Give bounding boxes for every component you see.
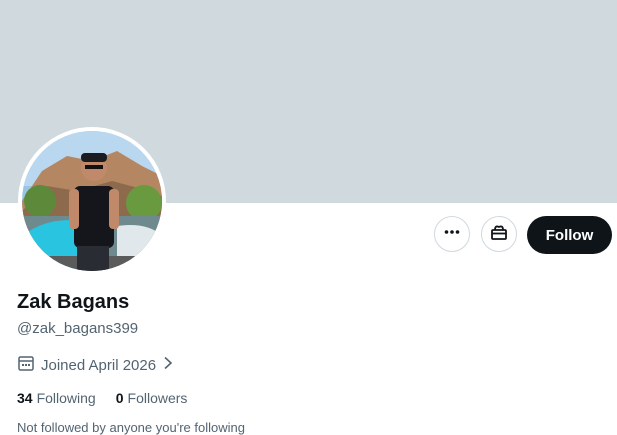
gift-icon xyxy=(489,222,509,247)
follow-button[interactable]: Follow xyxy=(527,216,612,254)
join-date-label: Joined April 2026 xyxy=(41,356,157,374)
followers-link[interactable]: 0 Followers xyxy=(116,390,188,406)
following-label: Following xyxy=(36,390,96,406)
avatar-photo xyxy=(22,131,162,271)
subscribe-button[interactable] xyxy=(481,216,517,252)
followers-count: 0 xyxy=(115,390,124,406)
follow-stats: 34 Following 0 Followers xyxy=(17,390,187,406)
more-horizontal-icon xyxy=(443,223,461,246)
user-handle: @zak_bagans399 xyxy=(17,320,139,337)
avatar[interactable] xyxy=(18,127,166,275)
following-count: 34 xyxy=(17,390,33,406)
followers-label: Followers xyxy=(127,390,188,406)
join-date[interactable]: Joined April 2026 xyxy=(17,354,174,376)
calendar-icon xyxy=(17,354,35,376)
following-link[interactable]: 34 Following xyxy=(17,390,96,406)
display-name: Zak Bagans xyxy=(17,291,130,313)
more-options-button[interactable] xyxy=(434,216,470,252)
chevron-right-icon xyxy=(162,356,174,374)
